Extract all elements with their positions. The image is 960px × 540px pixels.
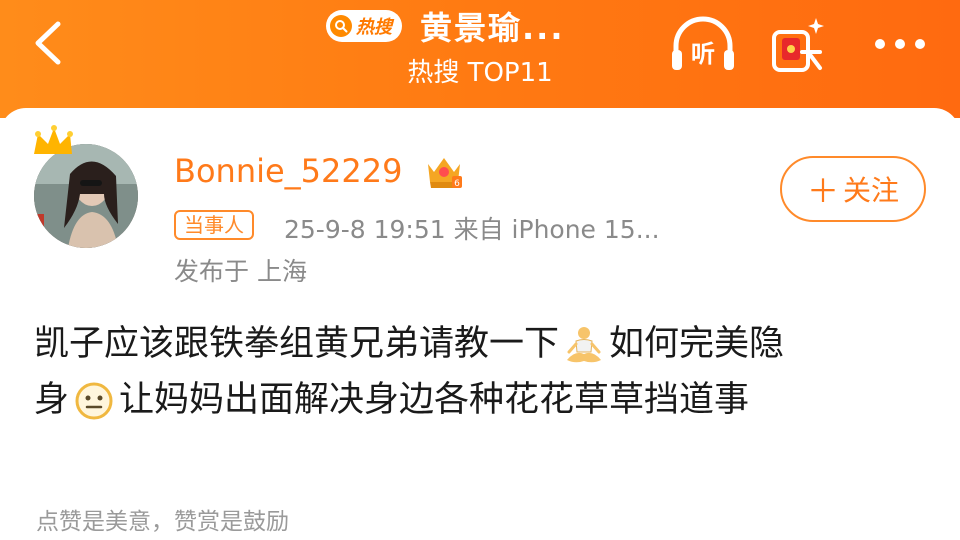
search-icon [330, 15, 352, 37]
more-button[interactable] [868, 24, 932, 64]
content-line1-b: 如何完美隐 [609, 324, 785, 364]
avatar-container[interactable] [30, 124, 142, 254]
neutral-face-emoji-icon [75, 382, 113, 420]
hot-search-label: 热搜 [356, 17, 392, 38]
vip-crown-badge-icon: 6 [428, 158, 462, 189]
page-title: 黄景瑜... [420, 9, 565, 47]
follow-button[interactable]: ＋ 关注 [780, 156, 926, 222]
title-row: 热搜 黄景瑜... [326, 2, 564, 50]
reward-hint: 点赞是美意，赞赏是鼓励 [36, 509, 289, 535]
red-envelope-icon [772, 18, 824, 72]
follow-label: 关注 [843, 174, 900, 207]
hot-search-badge[interactable]: 热搜 [326, 10, 402, 42]
listen-button[interactable]: 听 [668, 14, 738, 76]
content-line2-a: 身 [34, 380, 70, 420]
content-line2-b: 让妈妈出面解决身边各种花花草草挡道事 [119, 380, 750, 420]
headphones-listen-icon: 听 [672, 16, 734, 70]
post-meta: 25-9-8 19:51 来自 iPhone 15... [284, 215, 660, 244]
more-icon [875, 39, 925, 49]
post-location: 发布于 上海 [174, 257, 307, 286]
svg-text:6: 6 [454, 179, 460, 189]
meditation-emoji-icon [567, 327, 602, 363]
post-content: 凯子应该跟铁拳组黄兄弟请教一下 如何完美隐 身 让妈妈出面解决身边各种花花草草挡… [34, 316, 924, 428]
svg-text:听: 听 [691, 40, 715, 68]
plus-icon: ＋ [806, 172, 839, 210]
content-line1-a: 凯子应该跟铁拳组黄兄弟请教一下 [34, 324, 560, 364]
username[interactable]: Bonnie_52229 [174, 152, 402, 190]
role-tag: 当事人 [174, 210, 254, 240]
red-envelope-button[interactable] [768, 12, 834, 76]
crown-icon [34, 125, 73, 154]
top-bar: 热搜 黄景瑜... 热搜 TOP11 听 [0, 0, 960, 118]
